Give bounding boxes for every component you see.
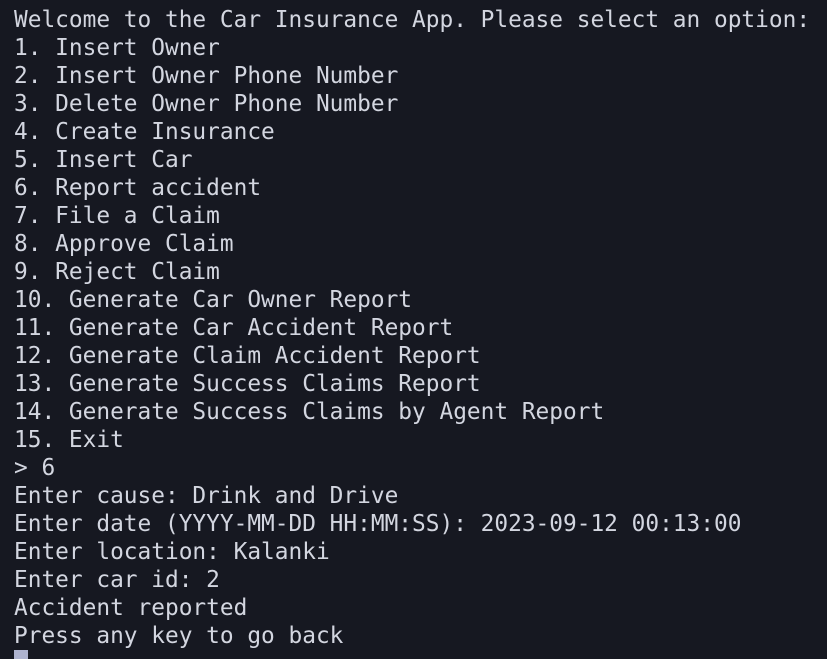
prompt-location: Enter location: Kalanki bbox=[14, 539, 330, 565]
menu-option-reject-claim: 9. Reject Claim bbox=[14, 259, 220, 285]
menu-option-success-claims-agent-report: 14. Generate Success Claims by Agent Rep… bbox=[14, 399, 605, 425]
menu-option-insert-owner-phone: 2. Insert Owner Phone Number bbox=[14, 63, 399, 89]
menu-option-exit: 15. Exit bbox=[14, 427, 124, 453]
menu-option-claim-accident-report: 12. Generate Claim Accident Report bbox=[14, 343, 481, 369]
welcome-prompt: Welcome to the Car Insurance App. Please… bbox=[14, 7, 811, 33]
status-message: Accident reported bbox=[14, 595, 248, 621]
prompt-cause: Enter cause: Drink and Drive bbox=[14, 483, 399, 509]
menu-option-success-claims-report: 13. Generate Success Claims Report bbox=[14, 371, 481, 397]
terminal-window[interactable]: Welcome to the Car Insurance App. Please… bbox=[0, 0, 827, 659]
terminal-cursor bbox=[14, 650, 28, 659]
menu-option-report-accident: 6. Report accident bbox=[14, 175, 262, 201]
menu-option-create-insurance: 4. Create Insurance bbox=[14, 119, 275, 145]
menu-option-insert-car: 5. Insert Car bbox=[14, 147, 193, 173]
menu-option-delete-owner-phone: 3. Delete Owner Phone Number bbox=[14, 91, 399, 117]
user-selection: > 6 bbox=[14, 455, 56, 481]
prompt-car-id: Enter car id: 2 bbox=[14, 567, 220, 593]
menu-option-approve-claim: 8. Approve Claim bbox=[14, 231, 234, 257]
menu-option-file-claim: 7. File a Claim bbox=[14, 203, 220, 229]
menu-option-car-owner-report: 10. Generate Car Owner Report bbox=[14, 287, 413, 313]
menu-option-car-accident-report: 11. Generate Car Accident Report bbox=[14, 315, 454, 341]
prompt-date: Enter date (YYYY-MM-DD HH:MM:SS): 2023-0… bbox=[14, 511, 742, 537]
go-back-prompt: Press any key to go back bbox=[14, 623, 344, 649]
menu-option-insert-owner: 1. Insert Owner bbox=[14, 35, 220, 61]
